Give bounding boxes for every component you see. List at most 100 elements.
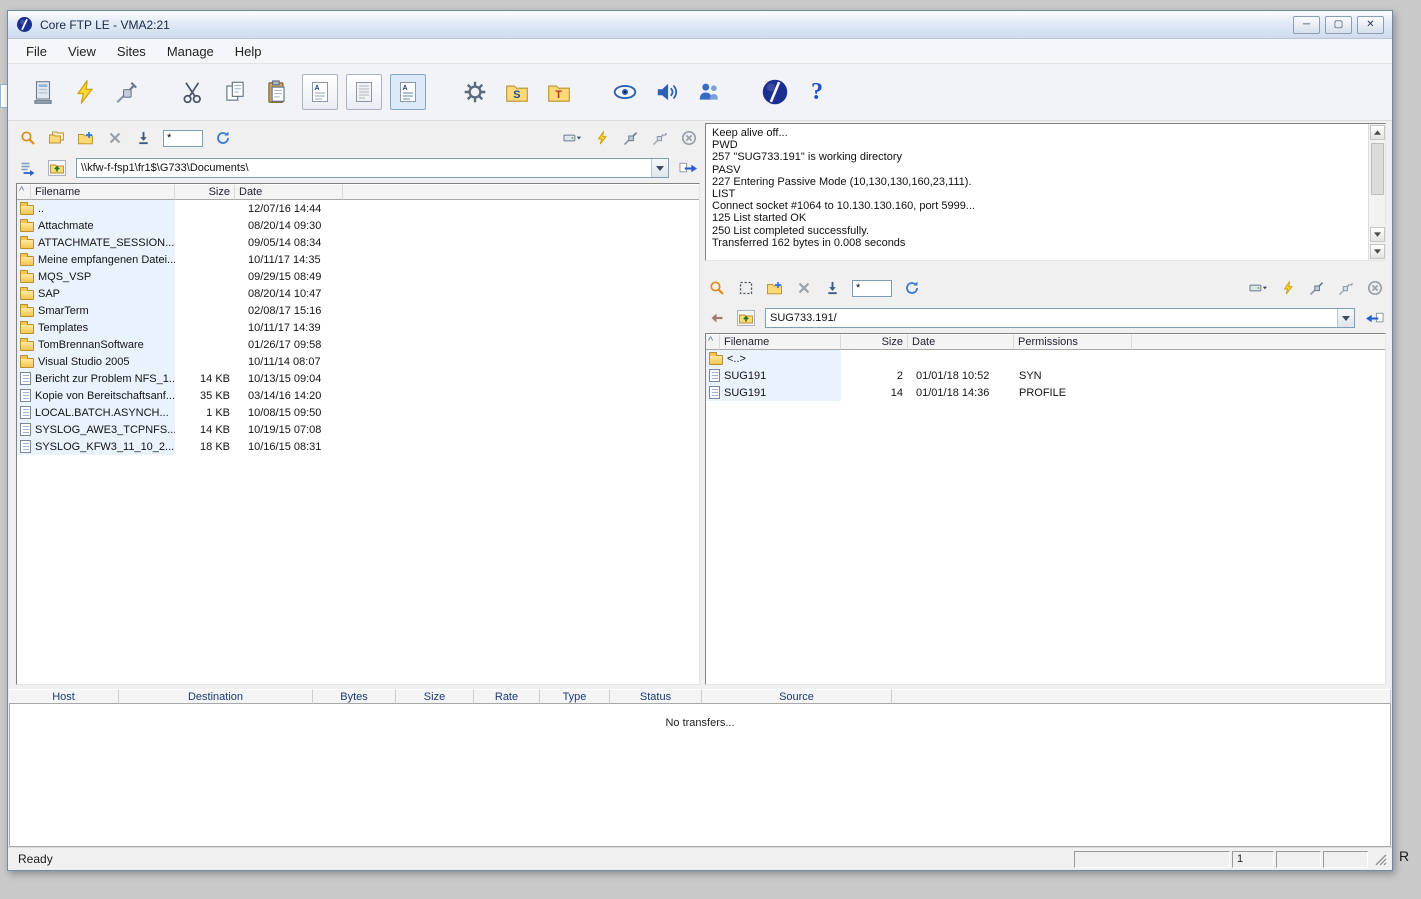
table-row[interactable]: SmarTerm 02/08/17 15:16 [17, 302, 699, 319]
titlebar[interactable]: Core FTP LE - VMA2:21 ─ ▢ ✕ [8, 11, 1392, 39]
queue-icon[interactable] [18, 159, 37, 177]
view-ascii-button[interactable]: A [302, 74, 338, 110]
back-icon[interactable] [707, 309, 726, 327]
menu-sites[interactable]: Sites [107, 41, 157, 62]
folder-up-icon[interactable] [47, 159, 66, 177]
sort-indicator[interactable]: ^ [706, 334, 720, 350]
column-header-type[interactable]: Type [540, 689, 610, 704]
resize-grip[interactable] [1373, 852, 1388, 867]
table-row[interactable]: SYSLOG_KFW3_11_10_2... 18 KB 10/16/15 08… [17, 438, 699, 455]
abort-icon[interactable] [1365, 279, 1384, 297]
paste-button[interactable] [256, 72, 298, 112]
new-folder-icon[interactable] [765, 279, 784, 297]
table-row[interactable]: SUG191 2 01/01/18 10:52 SYN [706, 367, 1385, 384]
table-row[interactable]: LOCAL.BATCH.ASYNCH... 1 KB 10/08/15 09:5… [17, 404, 699, 421]
compare-folders-icon[interactable] [47, 129, 66, 147]
table-row[interactable]: Templates 10/11/17 14:39 [17, 319, 699, 336]
view-eye-button[interactable] [604, 72, 646, 112]
new-folder-icon[interactable] [76, 129, 95, 147]
table-row[interactable]: <..> [706, 350, 1385, 367]
table-row[interactable]: Kopie von Bereitschaftsanf... 35 KB 03/1… [17, 387, 699, 404]
upload-icon[interactable] [134, 129, 153, 147]
sound-button[interactable] [646, 72, 688, 112]
transfer-left-icon[interactable] [1365, 309, 1384, 327]
menu-help[interactable]: Help [225, 41, 273, 62]
search-icon[interactable] [707, 279, 726, 297]
scroll-up-icon[interactable] [1370, 125, 1385, 140]
drive-select-icon[interactable] [1249, 279, 1268, 297]
maximize-button[interactable]: ▢ [1325, 16, 1352, 34]
disconnect-button[interactable] [106, 72, 148, 112]
table-row[interactable]: SYSLOG_AWE3_TCPNFS... 14 KB 10/19/15 07:… [17, 421, 699, 438]
remote-path-dropdown-button[interactable] [1337, 309, 1354, 327]
view-auto-button[interactable]: A [390, 74, 426, 110]
sort-indicator[interactable]: ^ [17, 184, 31, 200]
column-header-size[interactable]: Size [175, 184, 235, 200]
table-row[interactable]: .. 12/07/16 14:44 [17, 200, 699, 217]
abort-icon[interactable] [679, 129, 698, 147]
column-header-permissions[interactable]: Permissions [1014, 334, 1132, 350]
scroll-down-icon-2[interactable] [1370, 244, 1385, 259]
users-button[interactable] [688, 72, 730, 112]
copy-button[interactable] [214, 72, 256, 112]
column-header-filename[interactable]: Filename [31, 184, 175, 200]
table-row[interactable]: SUG191 14 01/01/18 14:36 PROFILE [706, 384, 1385, 401]
close-button[interactable]: ✕ [1357, 16, 1384, 34]
table-row[interactable]: Bericht zur Problem NFS_1... 14 KB 10/13… [17, 370, 699, 387]
disconnect-small-icon[interactable] [650, 129, 669, 147]
column-header-filename[interactable]: Filename [720, 334, 841, 350]
help-button[interactable]: ? [796, 72, 838, 112]
column-header-size[interactable]: Size [396, 689, 474, 704]
remote-filter-input[interactable] [852, 280, 892, 297]
drive-select-icon[interactable] [563, 129, 582, 147]
column-header-date[interactable]: Date [908, 334, 1014, 350]
transfer-right-icon[interactable] [679, 159, 698, 177]
local-filter-input[interactable] [163, 130, 203, 147]
refresh-icon[interactable] [213, 129, 232, 147]
search-icon[interactable] [18, 129, 37, 147]
quick-connect-small-icon[interactable] [592, 129, 611, 147]
disconnect-small-icon[interactable] [1336, 279, 1355, 297]
about-core-button[interactable] [754, 72, 796, 112]
column-header-bytes[interactable]: Bytes [313, 689, 396, 704]
table-row[interactable]: ATTACHMATE_SESSION... 09/05/14 08:34 [17, 234, 699, 251]
table-row[interactable]: TomBrennanSoftware 01/26/17 09:58 [17, 336, 699, 353]
column-header-size[interactable]: Size [841, 334, 908, 350]
table-row[interactable]: Meine empfangenen Datei... 10/11/17 14:3… [17, 251, 699, 268]
column-header-rate[interactable]: Rate [474, 689, 540, 704]
view-binary-button[interactable] [346, 74, 382, 110]
refresh-icon[interactable] [902, 279, 921, 297]
scroll-thumb[interactable] [1371, 143, 1384, 195]
connect-button[interactable] [22, 72, 64, 112]
table-row[interactable]: SAP 08/20/14 10:47 [17, 285, 699, 302]
connect-small-icon[interactable] [1307, 279, 1326, 297]
column-header-status[interactable]: Status [610, 689, 702, 704]
column-header-host[interactable]: Host [9, 689, 119, 704]
quick-connect-button[interactable] [64, 72, 106, 112]
remote-path-input[interactable] [766, 309, 1337, 327]
select-all-icon[interactable] [736, 279, 755, 297]
table-row[interactable]: MQS_VSP 09/29/15 08:49 [17, 268, 699, 285]
upload-icon[interactable] [823, 279, 842, 297]
cut-button[interactable] [172, 72, 214, 112]
folder-up-icon[interactable] [736, 309, 755, 327]
menu-manage[interactable]: Manage [157, 41, 225, 62]
table-row[interactable]: Visual Studio 2005 10/11/14 08:07 [17, 353, 699, 370]
settings-button[interactable] [454, 72, 496, 112]
scroll-down-icon[interactable] [1370, 227, 1385, 242]
site-manager-t-button[interactable]: T [538, 72, 580, 112]
menu-file[interactable]: File [16, 41, 58, 62]
table-row[interactable]: Attachmate 08/20/14 09:30 [17, 217, 699, 234]
column-header-date[interactable]: Date [235, 184, 343, 200]
local-path-dropdown-button[interactable] [651, 159, 668, 177]
log-scrollbar[interactable] [1368, 124, 1385, 260]
site-manager-s-button[interactable]: S [496, 72, 538, 112]
local-path-input[interactable] [77, 159, 651, 177]
delete-icon[interactable] [794, 279, 813, 297]
connect-small-icon[interactable] [621, 129, 640, 147]
column-header-source[interactable]: Source [702, 689, 892, 704]
delete-icon[interactable] [105, 129, 124, 147]
minimize-button[interactable]: ─ [1293, 16, 1320, 34]
quick-connect-small-icon[interactable] [1278, 279, 1297, 297]
menu-view[interactable]: View [58, 41, 107, 62]
